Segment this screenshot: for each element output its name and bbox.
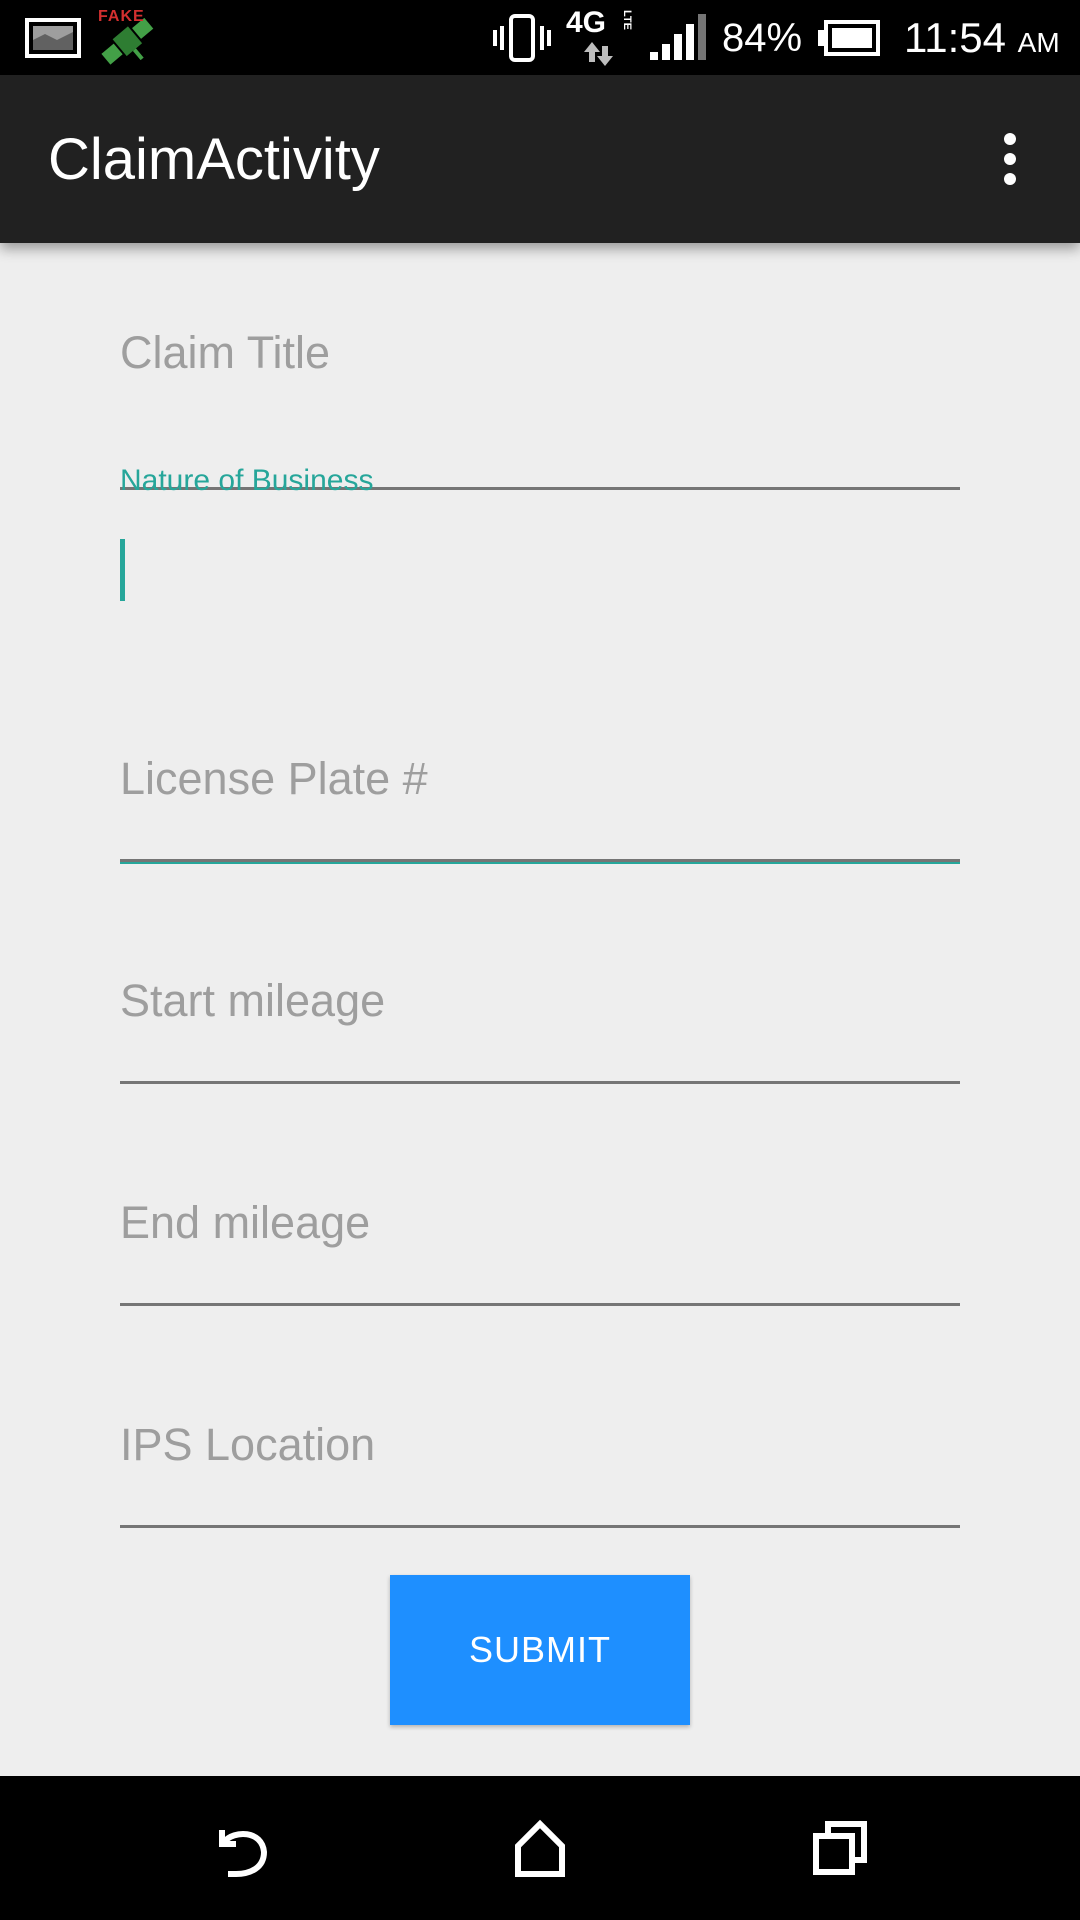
nature-of-business-field[interactable]: Nature of Business bbox=[120, 463, 960, 864]
ips-location-field[interactable]: IPS Location bbox=[120, 1419, 960, 1539]
status-bar: FAKE 4G LTE 84% 11:54 AM bbox=[0, 0, 1080, 75]
navigation-bar bbox=[0, 1776, 1080, 1920]
fake-badge-text: FAKE bbox=[98, 8, 145, 25]
battery-percent: 84% bbox=[722, 16, 803, 60]
battery-icon bbox=[818, 20, 880, 56]
clock-time: 11:54 bbox=[904, 14, 1006, 61]
start-mileage-underline bbox=[120, 1081, 960, 1084]
back-icon bbox=[219, 1830, 268, 1877]
back-button[interactable] bbox=[200, 1808, 280, 1888]
more-options-button[interactable] bbox=[980, 119, 1040, 199]
end-mileage-field[interactable]: End mileage bbox=[120, 1197, 960, 1317]
network-sub-label: LTE bbox=[621, 10, 633, 30]
home-button[interactable] bbox=[500, 1808, 580, 1888]
clock: 11:54 AM bbox=[904, 14, 1060, 67]
signal-strength-icon bbox=[648, 14, 706, 62]
app-bar: ClaimActivity bbox=[0, 75, 1080, 243]
license-plate-underline bbox=[120, 859, 960, 862]
network-label: 4G bbox=[566, 6, 606, 39]
ips-location-underline bbox=[120, 1525, 960, 1528]
submit-button[interactable]: SUBMIT bbox=[390, 1575, 690, 1725]
page-title: ClaimActivity bbox=[48, 127, 380, 192]
claim-title-field[interactable]: Claim Title bbox=[120, 313, 960, 490]
start-mileage-field[interactable]: Start mileage bbox=[120, 975, 960, 1095]
license-plate-field[interactable]: License Plate # bbox=[120, 753, 960, 873]
network-4g-lte-icon: 4G LTE bbox=[566, 4, 634, 70]
end-mileage-underline bbox=[120, 1303, 960, 1306]
image-notification-icon bbox=[25, 18, 81, 58]
clock-ampm: AM bbox=[1017, 27, 1060, 58]
home-icon bbox=[515, 1819, 565, 1877]
recents-icon bbox=[813, 1821, 867, 1875]
vibrate-icon bbox=[492, 12, 552, 64]
fake-gps-icon: FAKE bbox=[96, 6, 160, 70]
recents-button[interactable] bbox=[800, 1808, 880, 1888]
